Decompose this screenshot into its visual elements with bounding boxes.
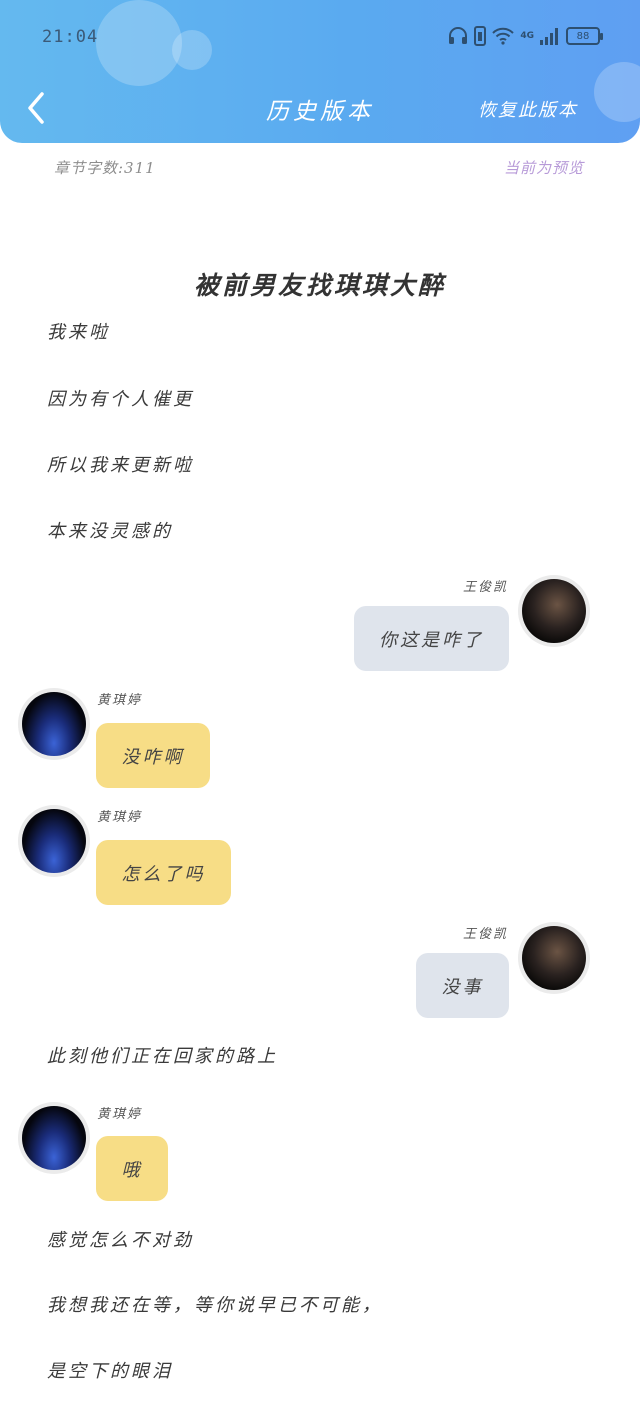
- sender-name: 王俊凯: [462, 580, 508, 595]
- status-icons: 4G 88: [448, 26, 603, 46]
- avatar-wang[interactable]: [518, 575, 590, 647]
- back-button[interactable]: [20, 88, 52, 128]
- battery-icon: 88: [566, 27, 603, 45]
- narration-line: 因为有个人催更: [47, 389, 194, 410]
- signal-icon: [540, 27, 560, 45]
- narration-line: 此刻他们正在回家的路上: [47, 1046, 278, 1067]
- preview-note: 当前为预览: [503, 159, 584, 177]
- sender-name: 黄琪婷: [97, 810, 143, 825]
- avatar-huang[interactable]: [18, 805, 90, 877]
- network-type-label: 4G: [520, 31, 534, 41]
- narration-line: 感觉怎么不对劲: [47, 1230, 194, 1251]
- narration-line: 所以我来更新啦: [47, 455, 194, 476]
- narration-line: 是空下的眼泪: [47, 1361, 173, 1382]
- restore-version-button[interactable]: 恢复此版本: [478, 96, 578, 122]
- app-header: 21:04 4G 88 历史版本 恢复此版本: [0, 0, 640, 143]
- chat-bubble: 哦: [96, 1136, 168, 1201]
- vibrate-icon: [474, 26, 487, 46]
- narration-line: 我来啦: [47, 322, 110, 343]
- decor-circle-small: [172, 30, 212, 70]
- narration-line: 我想我还在等，等你说早已不可能，: [47, 1295, 383, 1316]
- decor-circle-large: [96, 0, 182, 86]
- word-count: 章节字数:311: [54, 159, 156, 177]
- chat-bubble: 怎么了吗: [96, 840, 231, 905]
- chapter-title: 被前男友找琪琪大醉: [193, 271, 446, 300]
- sender-name: 黄琪婷: [97, 693, 143, 708]
- chat-bubble: 没事: [416, 953, 509, 1018]
- headphones-icon: [448, 27, 468, 45]
- chat-bubble: 你这是咋了: [354, 606, 509, 671]
- avatar-wang[interactable]: [518, 922, 590, 994]
- chat-bubble: 没咋啊: [96, 723, 210, 788]
- decor-circle-right: [594, 62, 640, 122]
- back-arrow-icon: [28, 92, 44, 124]
- wifi-icon: [492, 27, 515, 45]
- status-time: 21:04: [42, 27, 99, 47]
- avatar-huang[interactable]: [18, 688, 90, 760]
- avatar-huang[interactable]: [18, 1102, 90, 1174]
- narration-line: 本来没灵感的: [47, 521, 173, 542]
- sender-name: 王俊凯: [462, 927, 508, 942]
- sender-name: 黄琪婷: [97, 1107, 143, 1122]
